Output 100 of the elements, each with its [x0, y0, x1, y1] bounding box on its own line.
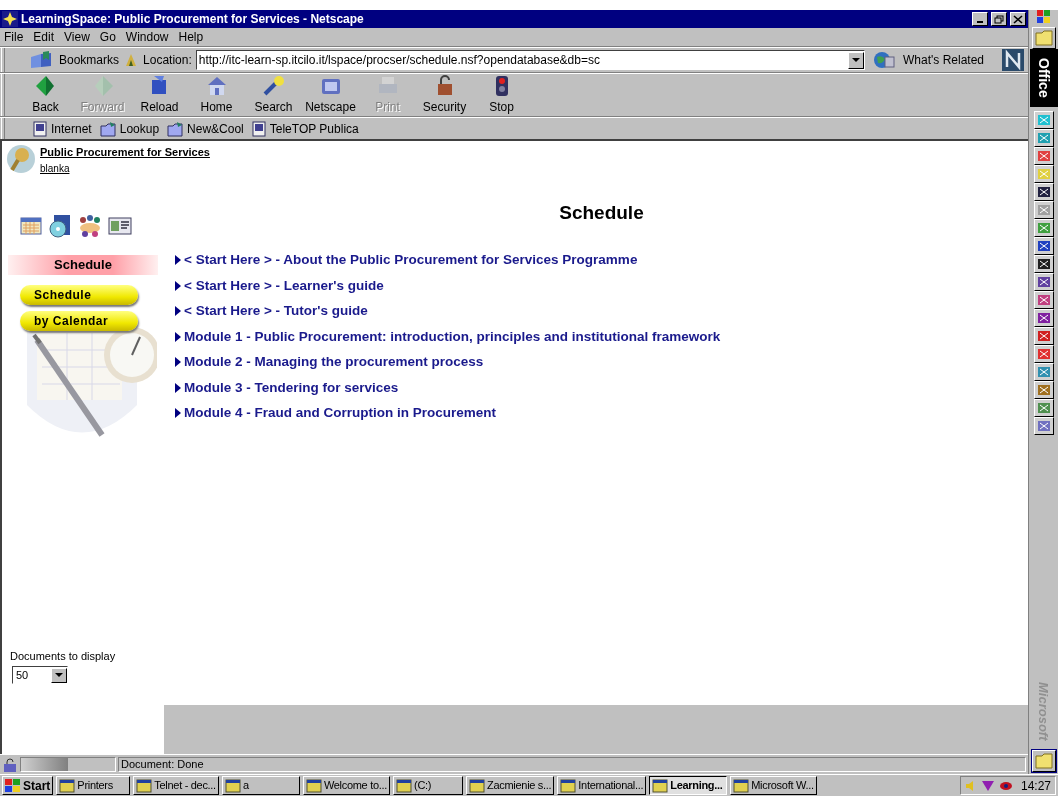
- app-launcher-button[interactable]: [1033, 129, 1054, 147]
- app-launcher-button[interactable]: [1033, 291, 1054, 309]
- menu-item[interactable]: Go: [99, 28, 116, 46]
- triangle-icon: [175, 357, 181, 368]
- taskbar-button[interactable]: Microsoft W...: [730, 776, 817, 795]
- windows-logo-icon: [5, 778, 21, 793]
- app-launcher-button[interactable]: [1033, 255, 1054, 273]
- menu-item[interactable]: Help: [178, 28, 204, 46]
- module-link[interactable]: < Start Here > - Learner's guide: [184, 275, 384, 296]
- menu-item[interactable]: File: [4, 28, 24, 46]
- calendar-icon: [20, 216, 42, 236]
- bookmarks-button[interactable]: Bookmarks: [29, 51, 120, 69]
- app-icon: [1036, 420, 1051, 432]
- dropdown-button[interactable]: [848, 51, 864, 69]
- toolbar-button[interactable]: Home: [188, 74, 245, 116]
- minimize-button[interactable]: [972, 12, 988, 26]
- app-launcher-button[interactable]: [1033, 219, 1054, 237]
- close-button[interactable]: [1010, 12, 1026, 26]
- app-launcher-button[interactable]: [1033, 309, 1054, 327]
- toolbar-button[interactable]: Reload: [131, 74, 188, 116]
- toolbar-grip[interactable]: [1, 74, 5, 116]
- triangle-icon: [175, 382, 181, 393]
- bookmark-link[interactable]: Lookup: [99, 119, 160, 138]
- app-launcher-button[interactable]: [1033, 165, 1054, 183]
- app-launcher-button[interactable]: [1033, 381, 1054, 399]
- module-link[interactable]: < Start Here > - Tutor's guide: [184, 301, 368, 322]
- bookmark-link[interactable]: TeleTOP Publica: [251, 119, 359, 138]
- folder-icon: [1034, 30, 1053, 46]
- location-label: Location:: [143, 52, 192, 69]
- app-icon: [1036, 276, 1051, 288]
- taskbar-button[interactable]: a: [221, 776, 300, 795]
- app-launcher-button[interactable]: [1033, 273, 1054, 291]
- documents-select[interactable]: 50: [12, 666, 68, 684]
- padlock-icon: [2, 757, 18, 772]
- toolbar-button[interactable]: Search: [245, 74, 302, 116]
- taskbar-button[interactable]: Telnet - dec...: [133, 776, 219, 795]
- window-title: LearningSpace: Public Procurement for Services - Netscape: [21, 11, 365, 28]
- app-launcher-button[interactable]: [1033, 327, 1054, 345]
- minimize-icon: [977, 21, 983, 23]
- restore-button[interactable]: [991, 12, 1007, 26]
- schedule-view-button[interactable]: by Calendar: [20, 311, 138, 331]
- folder-icon: [99, 120, 116, 137]
- app-launcher-button[interactable]: [1033, 345, 1054, 363]
- bookmark-link[interactable]: New&Cool: [167, 119, 244, 138]
- app-launcher-button[interactable]: [1033, 201, 1054, 219]
- module-link[interactable]: Module 4 - Fraud and Corruption in Procurement: [184, 403, 496, 424]
- bookmark-link[interactable]: Internet: [33, 119, 92, 138]
- magnifier-icon: [6, 144, 36, 174]
- app-launcher-button[interactable]: [1033, 237, 1054, 255]
- app-icon: [1036, 294, 1051, 306]
- office-button[interactable]: [1031, 27, 1056, 49]
- taskbar-button[interactable]: (C:): [393, 776, 464, 795]
- app-icon: [1036, 186, 1051, 198]
- page-icon: [33, 120, 47, 137]
- folder-icon: [167, 120, 184, 137]
- app-launcher-button[interactable]: [1033, 147, 1054, 165]
- module-link[interactable]: Module 3 - Tendering for services: [184, 377, 399, 398]
- search-icon: [261, 74, 286, 98]
- app-icon: [1036, 348, 1051, 360]
- toolbar-button[interactable]: Security: [416, 74, 473, 116]
- menu-item[interactable]: Window: [125, 28, 169, 46]
- course-link[interactable]: Public Procurement for Services: [40, 144, 210, 161]
- taskbar-button[interactable]: Zacmienie s...: [466, 776, 555, 795]
- module-link[interactable]: Module 1 - Public Procurement: introduction, principles and institutional framework: [184, 326, 721, 347]
- app-launcher-button[interactable]: [1033, 363, 1054, 381]
- taskbar-button[interactable]: Learning...: [649, 776, 728, 795]
- toolbar-button[interactable]: Netscape: [302, 74, 359, 116]
- app-icon: [1036, 258, 1051, 270]
- app-launcher-button[interactable]: [1033, 399, 1054, 417]
- cd-icon: [48, 214, 72, 238]
- taskbar-button[interactable]: International...: [557, 776, 647, 795]
- toolbar-button[interactable]: Stop: [473, 74, 530, 116]
- user-link[interactable]: blanka: [40, 160, 70, 176]
- menu-item[interactable]: View: [64, 28, 90, 46]
- office-shortcut-button[interactable]: [1031, 750, 1056, 772]
- app-icon: [1036, 150, 1051, 162]
- menu-item[interactable]: Edit: [33, 28, 55, 46]
- address-field[interactable]: http://itc-learn-sp.itcilo.it/lspace/procser/schedule.nsf?opendatabase&db=sc: [195, 50, 865, 70]
- module-link[interactable]: Module 2 - Managing the procurement process: [184, 352, 484, 373]
- dropdown-button[interactable]: [51, 667, 67, 683]
- app-icon: [1036, 384, 1051, 396]
- window-icon: [224, 778, 241, 793]
- triangle-icon: [175, 408, 181, 419]
- app-launcher-button[interactable]: [1033, 183, 1054, 201]
- taskbar-button[interactable]: Welcome to...: [302, 776, 391, 795]
- start-button[interactable]: Start: [2, 776, 54, 795]
- toolbar-button[interactable]: Back: [17, 74, 74, 116]
- window-icon: [733, 778, 750, 793]
- window-icon: [136, 778, 153, 793]
- schedule-view-button[interactable]: Schedule: [20, 285, 138, 305]
- app-launcher-button[interactable]: [1033, 111, 1054, 129]
- folder-icon: [1034, 753, 1053, 769]
- triangle-icon: [980, 779, 995, 792]
- whats-related-button[interactable]: What's Related: [873, 51, 984, 69]
- toolbar-grip[interactable]: [1, 48, 5, 72]
- app-launcher-button[interactable]: [1033, 417, 1054, 435]
- taskbar-button[interactable]: Printers: [56, 776, 131, 795]
- netscape-logo-icon: [1002, 49, 1024, 71]
- module-link[interactable]: < Start Here > - About the Public Procurement for Services Programme: [184, 250, 638, 271]
- page-heading: Schedule: [558, 201, 645, 225]
